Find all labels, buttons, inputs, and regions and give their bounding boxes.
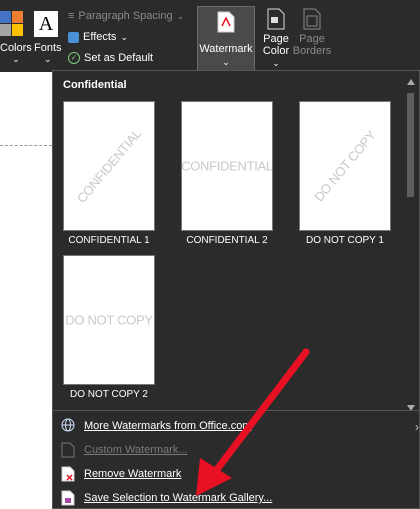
remove-watermark-label: Remove Watermark xyxy=(84,468,182,480)
save-selection-item[interactable]: Save Selection to Watermark Gallery... xyxy=(61,488,272,508)
save-selection-label: Save Selection to Watermark Gallery... xyxy=(84,492,273,504)
menu-divider xyxy=(53,410,419,411)
thumbnail-page: CONFIDENTIAL xyxy=(63,101,155,231)
chevron-down-icon: ⌄ xyxy=(222,57,230,67)
fonts-icon[interactable]: A xyxy=(34,11,58,37)
watermark-thumbnail-do-not-copy-2[interactable]: DO NOT COPY DO NOT COPY 2 xyxy=(63,255,155,400)
thumbnail-caption: CONFIDENTIAL 1 xyxy=(68,235,150,246)
custom-watermark-icon xyxy=(61,442,77,458)
fonts-button[interactable]: Fonts ⌄ xyxy=(34,42,62,65)
scroll-thumb[interactable] xyxy=(407,93,414,197)
gallery-scrollbar[interactable] xyxy=(405,79,415,411)
chevron-down-icon: ⌄ xyxy=(43,54,52,64)
page-color-icon xyxy=(267,8,285,30)
page-borders-label-1: Page xyxy=(299,33,325,45)
custom-watermark-label: Custom Watermark... xyxy=(84,444,188,456)
watermark-thumbnail-confidential-1[interactable]: CONFIDENTIAL CONFIDENTIAL 1 xyxy=(63,101,155,246)
page-borders-button[interactable]: Page Borders xyxy=(292,8,332,57)
page-color-label-1: Page xyxy=(263,33,289,45)
fonts-label: Fonts xyxy=(34,42,62,54)
watermark-icon xyxy=(217,11,235,33)
colors-button[interactable]: Colors ⌄ xyxy=(0,42,32,65)
scroll-up-icon[interactable] xyxy=(407,79,415,85)
thumbnail-page: DO NOT COPY xyxy=(299,101,391,231)
paragraph-spacing-label: Paragraph Spacing xyxy=(78,10,173,22)
page-color-button[interactable]: Page Color ⌄ xyxy=(258,8,294,69)
custom-watermark-item[interactable]: Custom Watermark... xyxy=(61,440,188,460)
remove-watermark-icon xyxy=(61,466,77,482)
more-watermarks-label: More Watermarks from Office.com xyxy=(84,420,252,432)
watermark-text: DO NOT COPY xyxy=(65,312,153,328)
ribbon: Colors ⌄ A Fonts ⌄ ≡ Paragraph Spacing ⌄… xyxy=(0,0,420,72)
colors-icon[interactable] xyxy=(0,11,24,37)
page-borders-icon xyxy=(303,8,321,30)
effects-icon xyxy=(68,31,79,43)
chevron-down-icon: ⌄ xyxy=(272,58,280,68)
page-color-label-2: Color xyxy=(262,45,290,57)
watermark-button[interactable]: Watermark ⌄ xyxy=(197,6,255,72)
chevron-down-icon: ⌄ xyxy=(120,31,128,42)
more-watermarks-item[interactable]: More Watermarks from Office.com › xyxy=(61,416,419,436)
watermark-thumbnail-confidential-2[interactable]: CONFIDENTIAL CONFIDENTIAL 2 xyxy=(181,101,273,246)
set-as-default-label: Set as Default xyxy=(84,52,154,64)
header-boundary xyxy=(0,145,52,146)
watermark-text: CONFIDENTIAL xyxy=(181,158,273,174)
watermark-text: DO NOT COPY xyxy=(311,127,379,205)
set-as-default-button[interactable]: ✓ Set as Default xyxy=(68,52,153,64)
remove-watermark-item[interactable]: Remove Watermark xyxy=(61,464,181,484)
thumbnail-page: CONFIDENTIAL xyxy=(181,101,273,231)
check-circle-icon: ✓ xyxy=(68,52,80,64)
save-to-gallery-icon xyxy=(61,490,77,506)
chevron-right-icon: › xyxy=(415,420,419,434)
watermark-label: Watermark xyxy=(199,43,253,55)
chevron-down-icon: ⌄ xyxy=(12,54,20,64)
thumbnail-caption: DO NOT COPY 1 xyxy=(306,235,384,246)
page-borders-label-2: Borders xyxy=(292,45,332,57)
thumbnail-caption: DO NOT COPY 2 xyxy=(70,389,148,400)
watermark-thumbnail-do-not-copy-1[interactable]: DO NOT COPY DO NOT COPY 1 xyxy=(299,101,391,246)
thumbnail-page: DO NOT COPY xyxy=(63,255,155,385)
thumbnail-caption: CONFIDENTIAL 2 xyxy=(186,235,268,246)
paragraph-spacing-button[interactable]: ≡ Paragraph Spacing ⌄ xyxy=(68,10,184,22)
section-title: Confidential xyxy=(63,79,127,91)
paragraph-spacing-icon: ≡ xyxy=(68,10,75,22)
watermark-gallery-panel: Confidential CONFIDENTIAL CONFIDENTIAL 1… xyxy=(52,70,420,509)
colors-label: Colors xyxy=(0,42,32,54)
document-page[interactable] xyxy=(0,72,56,509)
effects-label: Effects xyxy=(83,31,117,43)
watermark-text: CONFIDENTIAL xyxy=(73,126,145,206)
effects-button[interactable]: Effects ⌄ xyxy=(68,31,128,43)
globe-icon xyxy=(61,418,77,434)
chevron-down-icon: ⌄ xyxy=(176,10,185,21)
